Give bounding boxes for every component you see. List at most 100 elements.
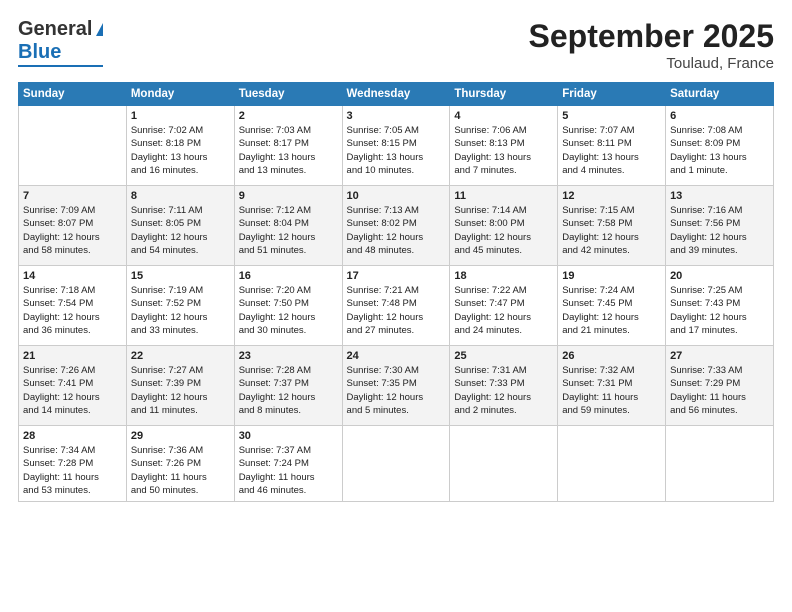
logo: General Blue: [18, 18, 103, 67]
day-info: Sunrise: 7:25 AM: [670, 284, 769, 297]
day-info: Sunset: 7:33 PM: [454, 377, 553, 390]
day-info: Sunrise: 7:36 AM: [131, 444, 230, 457]
day-number: 10: [347, 190, 446, 202]
day-info: Sunrise: 7:31 AM: [454, 364, 553, 377]
day-info: Sunset: 7:37 PM: [239, 377, 338, 390]
table-row: 3Sunrise: 7:05 AMSunset: 8:15 PMDaylight…: [342, 106, 450, 186]
table-row: 30Sunrise: 7:37 AMSunset: 7:24 PMDayligh…: [234, 426, 342, 502]
day-info: and 36 minutes.: [23, 324, 122, 337]
day-info: Sunset: 7:26 PM: [131, 457, 230, 470]
day-info: Daylight: 11 hours: [239, 471, 338, 484]
day-number: 4: [454, 110, 553, 122]
day-info: Daylight: 12 hours: [23, 391, 122, 404]
day-info: Daylight: 12 hours: [131, 391, 230, 404]
table-row: 4Sunrise: 7:06 AMSunset: 8:13 PMDaylight…: [450, 106, 558, 186]
day-info: Sunset: 7:31 PM: [562, 377, 661, 390]
day-info: Daylight: 12 hours: [23, 311, 122, 324]
day-info: Daylight: 12 hours: [239, 231, 338, 244]
day-info: Daylight: 11 hours: [23, 471, 122, 484]
day-number: 18: [454, 270, 553, 282]
header-wednesday: Wednesday: [342, 83, 450, 106]
day-info: Sunrise: 7:22 AM: [454, 284, 553, 297]
day-info: Sunset: 8:15 PM: [347, 137, 446, 150]
table-row: 13Sunrise: 7:16 AMSunset: 7:56 PMDayligh…: [666, 186, 774, 266]
table-row: 20Sunrise: 7:25 AMSunset: 7:43 PMDayligh…: [666, 266, 774, 346]
day-number: 9: [239, 190, 338, 202]
day-number: 13: [670, 190, 769, 202]
day-info: and 21 minutes.: [562, 324, 661, 337]
day-info: Daylight: 12 hours: [562, 231, 661, 244]
table-row: 12Sunrise: 7:15 AMSunset: 7:58 PMDayligh…: [558, 186, 666, 266]
day-info: Sunset: 8:05 PM: [131, 217, 230, 230]
day-info: Daylight: 13 hours: [562, 151, 661, 164]
day-info: Sunset: 8:04 PM: [239, 217, 338, 230]
day-info: Sunrise: 7:06 AM: [454, 124, 553, 137]
day-info: and 16 minutes.: [131, 164, 230, 177]
day-info: and 24 minutes.: [454, 324, 553, 337]
day-info: Sunrise: 7:09 AM: [23, 204, 122, 217]
day-info: and 27 minutes.: [347, 324, 446, 337]
table-row: 26Sunrise: 7:32 AMSunset: 7:31 PMDayligh…: [558, 346, 666, 426]
day-info: Sunset: 7:50 PM: [239, 297, 338, 310]
day-info: Sunrise: 7:15 AM: [562, 204, 661, 217]
table-row: 23Sunrise: 7:28 AMSunset: 7:37 PMDayligh…: [234, 346, 342, 426]
day-number: 2: [239, 110, 338, 122]
day-info: Daylight: 11 hours: [562, 391, 661, 404]
day-number: 14: [23, 270, 122, 282]
day-number: 28: [23, 430, 122, 442]
day-info: Daylight: 12 hours: [454, 231, 553, 244]
table-row: 10Sunrise: 7:13 AMSunset: 8:02 PMDayligh…: [342, 186, 450, 266]
day-info: Daylight: 12 hours: [347, 311, 446, 324]
calendar-week-row: 21Sunrise: 7:26 AMSunset: 7:41 PMDayligh…: [19, 346, 774, 426]
header-tuesday: Tuesday: [234, 83, 342, 106]
day-info: Sunrise: 7:08 AM: [670, 124, 769, 137]
day-info: and 13 minutes.: [239, 164, 338, 177]
logo-triangle-icon: [96, 23, 103, 36]
day-number: 20: [670, 270, 769, 282]
day-info: Sunrise: 7:02 AM: [131, 124, 230, 137]
day-info: Sunrise: 7:24 AM: [562, 284, 661, 297]
day-number: 30: [239, 430, 338, 442]
day-info: Sunset: 8:18 PM: [131, 137, 230, 150]
day-info: and 7 minutes.: [454, 164, 553, 177]
day-info: and 42 minutes.: [562, 244, 661, 257]
logo-general: General: [18, 18, 92, 41]
day-info: and 56 minutes.: [670, 404, 769, 417]
day-info: Sunrise: 7:20 AM: [239, 284, 338, 297]
day-info: and 14 minutes.: [23, 404, 122, 417]
page-header: General Blue September 2025 Toulaud, Fra…: [18, 18, 774, 72]
day-info: and 48 minutes.: [347, 244, 446, 257]
day-info: Daylight: 12 hours: [454, 311, 553, 324]
day-info: and 2 minutes.: [454, 404, 553, 417]
day-info: and 11 minutes.: [131, 404, 230, 417]
day-info: Sunset: 7:47 PM: [454, 297, 553, 310]
day-info: Daylight: 12 hours: [670, 311, 769, 324]
day-info: Sunrise: 7:16 AM: [670, 204, 769, 217]
day-info: and 46 minutes.: [239, 484, 338, 497]
day-number: 27: [670, 350, 769, 362]
day-info: Sunset: 7:54 PM: [23, 297, 122, 310]
day-number: 11: [454, 190, 553, 202]
day-info: Sunrise: 7:26 AM: [23, 364, 122, 377]
calendar-header-row: Sunday Monday Tuesday Wednesday Thursday…: [19, 83, 774, 106]
calendar-week-row: 1Sunrise: 7:02 AMSunset: 8:18 PMDaylight…: [19, 106, 774, 186]
table-row: 8Sunrise: 7:11 AMSunset: 8:05 PMDaylight…: [126, 186, 234, 266]
day-number: 25: [454, 350, 553, 362]
day-info: and 58 minutes.: [23, 244, 122, 257]
calendar-title: September 2025: [529, 18, 774, 55]
day-info: Sunrise: 7:34 AM: [23, 444, 122, 457]
day-info: and 1 minute.: [670, 164, 769, 177]
table-row: 2Sunrise: 7:03 AMSunset: 8:17 PMDaylight…: [234, 106, 342, 186]
day-info: and 10 minutes.: [347, 164, 446, 177]
table-row: 6Sunrise: 7:08 AMSunset: 8:09 PMDaylight…: [666, 106, 774, 186]
table-row: 19Sunrise: 7:24 AMSunset: 7:45 PMDayligh…: [558, 266, 666, 346]
table-row: [558, 426, 666, 502]
table-row: 15Sunrise: 7:19 AMSunset: 7:52 PMDayligh…: [126, 266, 234, 346]
table-row: [342, 426, 450, 502]
header-sunday: Sunday: [19, 83, 127, 106]
day-number: 17: [347, 270, 446, 282]
day-info: Daylight: 12 hours: [131, 231, 230, 244]
day-info: Sunrise: 7:37 AM: [239, 444, 338, 457]
day-number: 6: [670, 110, 769, 122]
day-number: 23: [239, 350, 338, 362]
